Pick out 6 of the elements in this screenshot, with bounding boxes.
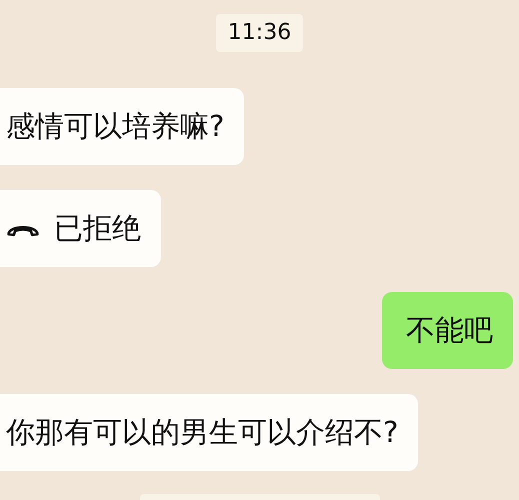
call-bubble[interactable]: 已拒绝 (0, 190, 161, 267)
message-bubble: 感情可以培养嘛? (0, 88, 244, 165)
message-bubble: 不能吧 (382, 292, 513, 369)
timestamp: 11:36 (216, 14, 304, 52)
message-bubble: 你那有可以的男生可以介绍不? (0, 394, 418, 471)
call-status: 已拒绝 (54, 210, 141, 246)
